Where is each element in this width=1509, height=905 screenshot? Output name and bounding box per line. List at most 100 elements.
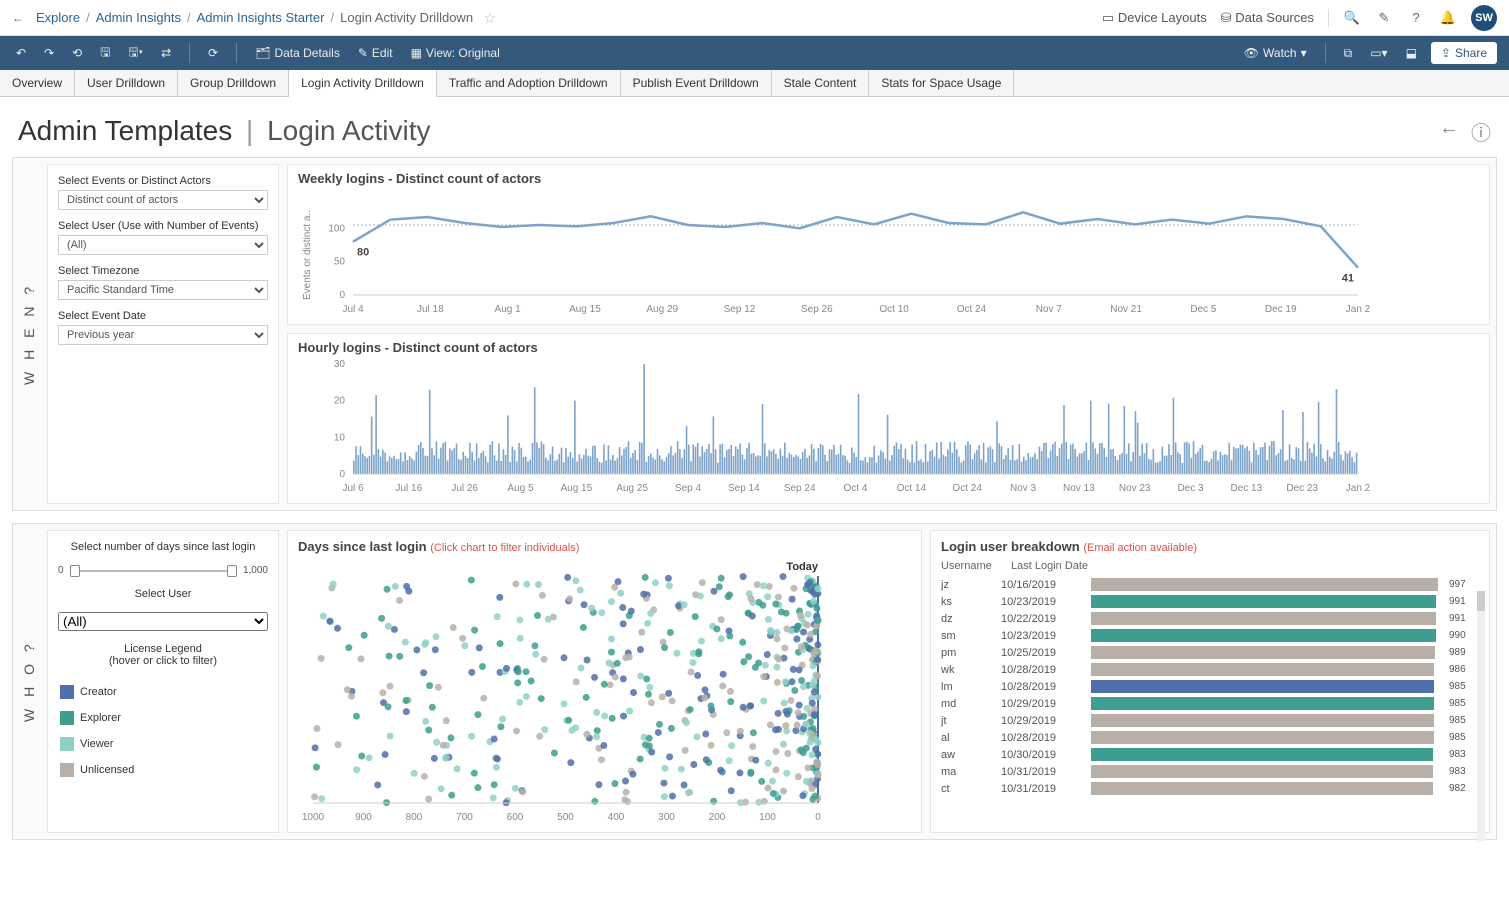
- tab-login-activity-drilldown[interactable]: Login Activity Drilldown: [289, 70, 437, 97]
- svg-text:Oct 14: Oct 14: [897, 483, 927, 494]
- crumb-current: Login Activity Drilldown: [340, 10, 473, 25]
- svg-text:Oct 24: Oct 24: [952, 483, 982, 494]
- svg-text:Nov 13: Nov 13: [1063, 483, 1095, 494]
- undo-button[interactable]: ↶: [12, 44, 30, 62]
- search-icon[interactable]: 🔍: [1343, 10, 1361, 26]
- svg-text:Oct 4: Oct 4: [844, 483, 868, 494]
- breakdown-row[interactable]: ma10/31/2019983: [941, 763, 1479, 780]
- page-title: Admin Templates | Login Activity: [18, 115, 431, 147]
- svg-text:Jul 26: Jul 26: [451, 483, 478, 494]
- breakdown-row[interactable]: dz10/22/2019991: [941, 610, 1479, 627]
- legend-explorer[interactable]: Explorer: [58, 705, 268, 731]
- tab-traffic-and-adoption-drilldown[interactable]: Traffic and Adoption Drilldown: [437, 70, 621, 96]
- download-icon[interactable]: ⬓: [1402, 44, 1421, 62]
- tab-group-drilldown[interactable]: Group Drilldown: [178, 70, 289, 96]
- when-filters: Select Events or Distinct Actors Distinc…: [47, 164, 279, 504]
- scatter-chart[interactable]: Today10009008007006005004003002001000: [298, 558, 838, 828]
- filter-date-label: Select Event Date: [58, 310, 268, 322]
- filter-events-select[interactable]: Distinct count of actors: [58, 190, 268, 210]
- svg-text:Dec 13: Dec 13: [1230, 483, 1262, 494]
- svg-text:Nov 3: Nov 3: [1010, 483, 1037, 494]
- new-icon[interactable]: ✎: [1375, 10, 1393, 26]
- hourly-bar-chart[interactable]: 0102030Jul 6Jul 16Jul 26Aug 5Aug 15Aug 2…: [298, 359, 1378, 499]
- legend-creator[interactable]: Creator: [58, 679, 268, 705]
- filter-date-select[interactable]: Previous year: [58, 325, 268, 345]
- breakdown-row[interactable]: aw10/30/2019983: [941, 746, 1479, 763]
- svg-text:Events or distinct a..: Events or distinct a..: [302, 210, 313, 300]
- svg-text:200: 200: [709, 812, 726, 823]
- back-arrow-icon[interactable]: ←: [12, 11, 24, 25]
- device-layouts-button[interactable]: ▭ Device Layouts: [1102, 10, 1207, 26]
- metrics-icon[interactable]: ⧉: [1340, 44, 1357, 63]
- breakdown-row[interactable]: md10/29/2019985: [941, 695, 1479, 712]
- tab-publish-event-drilldown[interactable]: Publish Event Drilldown: [621, 70, 772, 96]
- edit-button[interactable]: ✎ Edit: [354, 44, 397, 62]
- breakdown-row[interactable]: lm10/28/2019985: [941, 678, 1479, 695]
- redo-button[interactable]: ↷: [40, 44, 58, 62]
- col-lastlogin: Last Login Date: [1011, 560, 1088, 572]
- sheet-tabs: OverviewUser DrilldownGroup DrilldownLog…: [0, 70, 1509, 97]
- breakdown-row[interactable]: ks10/23/2019991: [941, 593, 1479, 610]
- hourly-chart-title: Hourly logins - Distinct count of actors: [298, 340, 1483, 355]
- days-slider[interactable]: 0 1,000: [58, 565, 268, 576]
- svg-text:Dec 3: Dec 3: [1177, 483, 1204, 494]
- view-button[interactable]: ▦ View: Original: [407, 44, 504, 62]
- favorite-star-icon[interactable]: ☆: [483, 9, 496, 27]
- notifications-icon[interactable]: 🔔: [1439, 10, 1457, 26]
- breakdown-row[interactable]: sm10/23/2019990: [941, 627, 1479, 644]
- svg-text:100: 100: [328, 223, 345, 234]
- save-icon[interactable]: 🖫: [96, 41, 114, 66]
- crumb-starter[interactable]: Admin Insights Starter: [197, 10, 325, 25]
- breakdown-row[interactable]: al10/28/2019985: [941, 729, 1479, 746]
- save-as-icon[interactable]: 🖫▾: [124, 41, 147, 66]
- breakdown-scrollbar[interactable]: [1477, 591, 1485, 841]
- col-username: Username: [941, 560, 991, 572]
- svg-text:10: 10: [334, 432, 346, 443]
- tab-user-drilldown[interactable]: User Drilldown: [75, 70, 178, 96]
- crumb-admin-insights[interactable]: Admin Insights: [96, 10, 181, 25]
- data-details-button[interactable]: 🗂 Data Details: [251, 44, 344, 62]
- filter-user-select[interactable]: (All): [58, 235, 268, 255]
- svg-text:0: 0: [815, 812, 821, 823]
- who-user-label: Select User: [58, 588, 268, 600]
- revert-button[interactable]: ⟲: [68, 44, 86, 62]
- tab-overview[interactable]: Overview: [0, 70, 75, 96]
- breakdown-title: Login user breakdown (Email action avail…: [941, 539, 1479, 554]
- filter-events-label: Select Events or Distinct Actors: [58, 175, 268, 187]
- legend-viewer[interactable]: Viewer: [58, 731, 268, 757]
- svg-text:800: 800: [406, 812, 423, 823]
- svg-text:Jul 16: Jul 16: [395, 483, 422, 494]
- breakdown-row[interactable]: pm10/25/2019989: [941, 644, 1479, 661]
- legend-unlicensed[interactable]: Unlicensed: [58, 757, 268, 783]
- breakdown-row[interactable]: ct10/31/2019982: [941, 780, 1479, 797]
- svg-text:1000: 1000: [302, 812, 325, 823]
- data-sources-button[interactable]: ⛁ Data Sources: [1221, 10, 1314, 26]
- present-icon[interactable]: ▭▾: [1366, 44, 1391, 62]
- svg-text:Aug 1: Aug 1: [495, 304, 522, 315]
- connect-icon[interactable]: ⇄: [157, 44, 175, 62]
- tab-stale-content[interactable]: Stale Content: [772, 70, 870, 96]
- svg-text:Jul 4: Jul 4: [342, 304, 364, 315]
- share-button[interactable]: ⇪ Share: [1431, 42, 1497, 64]
- svg-text:300: 300: [658, 812, 675, 823]
- breakdown-row[interactable]: wk10/28/2019986: [941, 661, 1479, 678]
- svg-text:Aug 15: Aug 15: [569, 304, 601, 315]
- tab-stats-for-space-usage[interactable]: Stats for Space Usage: [869, 70, 1014, 96]
- info-icon[interactable]: ⓘ: [1471, 117, 1491, 146]
- breakdown-row[interactable]: jt10/29/2019985: [941, 712, 1479, 729]
- filter-timezone-select[interactable]: Pacific Standard Time: [58, 280, 268, 300]
- breakdown-row[interactable]: jz10/16/2019997: [941, 576, 1479, 593]
- svg-text:500: 500: [557, 812, 574, 823]
- refresh-icon[interactable]: ⟳: [204, 44, 222, 62]
- svg-text:Jan 2: Jan 2: [1346, 483, 1371, 494]
- watch-button[interactable]: 👁 Watch ▾: [1240, 44, 1311, 62]
- filter-timezone-label: Select Timezone: [58, 265, 268, 277]
- avatar[interactable]: SW: [1471, 5, 1497, 31]
- breadcrumb: Explore/ Admin Insights/ Admin Insights …: [36, 10, 473, 25]
- weekly-line-chart[interactable]: 050100Jul 4Jul 18Aug 1Aug 15Aug 29Sep 12…: [298, 190, 1378, 320]
- back-nav-icon[interactable]: ←: [1439, 117, 1459, 146]
- crumb-explore[interactable]: Explore: [36, 10, 80, 25]
- svg-text:Dec 5: Dec 5: [1190, 304, 1217, 315]
- help-icon[interactable]: ?: [1407, 10, 1425, 25]
- who-user-select[interactable]: (All): [58, 612, 268, 631]
